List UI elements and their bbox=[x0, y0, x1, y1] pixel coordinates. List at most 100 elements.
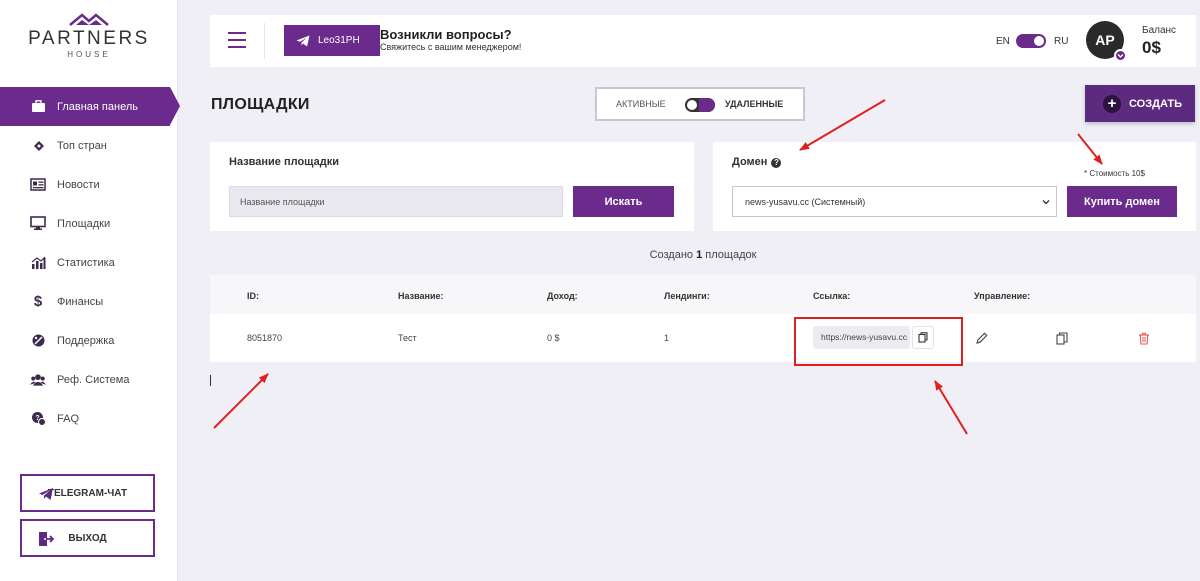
header-divider bbox=[264, 23, 265, 59]
chart-icon bbox=[30, 255, 46, 271]
dollar-icon: $ bbox=[33, 293, 43, 310]
menu-toggle-icon[interactable] bbox=[228, 32, 246, 48]
logo-subtext: HOUSE bbox=[67, 50, 111, 59]
sidebar-item-top-countries[interactable]: Топ стран bbox=[0, 126, 178, 165]
sidebar-item-finance[interactable]: $ Финансы bbox=[0, 282, 178, 321]
toggle-knob bbox=[1034, 36, 1044, 46]
users-icon bbox=[30, 372, 46, 388]
create-button[interactable]: + СОЗДАТЬ bbox=[1085, 85, 1195, 122]
logout-icon bbox=[39, 532, 54, 546]
sidebar-item-label: Топ стран bbox=[57, 139, 107, 152]
sidebar-item-label: Поддержка bbox=[57, 334, 115, 347]
telegram-chat-button[interactable]: TELEGRAM-ЧАТ bbox=[20, 474, 155, 512]
lang-ru-label[interactable]: RU bbox=[1054, 36, 1068, 47]
questions-title: Возникли вопросы? bbox=[380, 27, 512, 42]
search-button[interactable]: Искать bbox=[573, 186, 674, 217]
balance-value: 0$ bbox=[1142, 38, 1161, 57]
sidebar-item-referral[interactable]: Реф. Система bbox=[0, 360, 178, 399]
annotation-highlight-box bbox=[794, 317, 963, 366]
column-header-id: ID: bbox=[247, 291, 259, 301]
cell-id: 8051870 bbox=[247, 333, 283, 343]
domain-select[interactable]: news-yusavu.cc (Системный) bbox=[732, 186, 1057, 217]
telegram-icon bbox=[39, 488, 53, 500]
column-header-manage: Управление: bbox=[974, 291, 1031, 301]
table-header: ID: Название: Доход: Лендинги: Ссылка: У… bbox=[210, 275, 1196, 314]
arrow-to-id bbox=[213, 373, 269, 429]
cell-landings: 1 bbox=[664, 333, 670, 343]
logo-text: PARTNERS bbox=[28, 28, 150, 49]
briefcase-icon bbox=[30, 99, 46, 115]
filter-deleted-label[interactable]: УДАЛЕННЫЕ bbox=[725, 99, 783, 109]
help-icon[interactable]: ? bbox=[771, 158, 782, 168]
logo[interactable]: PARTNERS HOUSE bbox=[28, 10, 150, 60]
buy-domain-button[interactable]: Купить домен bbox=[1067, 186, 1177, 217]
domain-cost-note: * Стоимость 10$ bbox=[1084, 169, 1145, 178]
svg-text:?: ? bbox=[35, 415, 39, 422]
toggle-fill bbox=[699, 98, 715, 112]
sidebar-item-label: Площадки bbox=[57, 217, 111, 230]
sidebar-item-label: Финансы bbox=[57, 295, 104, 308]
text-cursor bbox=[210, 375, 211, 386]
duplicate-icon[interactable] bbox=[1055, 331, 1069, 345]
logout-button[interactable]: ВЫХОД bbox=[20, 519, 155, 557]
language-toggle[interactable] bbox=[1016, 34, 1046, 48]
column-header-link: Ссылка: bbox=[813, 291, 851, 301]
sidebar-item-label: Главная панель bbox=[57, 100, 138, 113]
sidebar: PARTNERS HOUSE Главная панель Топ стран … bbox=[0, 0, 180, 581]
newspaper-icon bbox=[30, 177, 46, 193]
support-icon bbox=[30, 333, 46, 349]
telegram-username: Leo31PH bbox=[318, 35, 360, 46]
filter-active-label[interactable]: АКТИВНЫЕ bbox=[616, 99, 666, 109]
column-header-income: Доход: bbox=[547, 291, 578, 301]
create-label: СОЗДАТЬ bbox=[1129, 97, 1182, 110]
sidebar-item-platforms[interactable]: Площадки bbox=[0, 204, 178, 243]
table-row: 8051870 Тест 0 $ 1 https://news-yusavu.c… bbox=[210, 314, 1196, 362]
sidebar-item-label: Реф. Система bbox=[57, 373, 130, 386]
sidebar-item-support[interactable]: Поддержка bbox=[0, 321, 178, 360]
telegram-icon bbox=[296, 35, 310, 46]
domain-card: Домен? news-yusavu.cc (Системный) Купить… bbox=[713, 142, 1196, 231]
column-header-landings: Лендинги: bbox=[664, 291, 710, 301]
toggle-knob bbox=[687, 100, 697, 110]
summary-prefix: Создано bbox=[649, 249, 694, 261]
sidebar-item-dashboard[interactable]: Главная панель bbox=[0, 87, 180, 126]
balance-label: Баланс bbox=[1142, 25, 1177, 36]
sidebar-item-faq[interactable]: ? FAQ bbox=[0, 399, 178, 438]
chevron-down-icon bbox=[1042, 200, 1050, 205]
trash-icon[interactable] bbox=[1137, 331, 1151, 345]
summary-suffix: площадок bbox=[705, 249, 757, 261]
sidebar-item-label: Новости bbox=[57, 178, 100, 191]
telegram-chat-label: TELEGRAM-ЧАТ bbox=[47, 487, 128, 499]
sidebar-item-label: FAQ bbox=[57, 412, 80, 425]
platform-name-input[interactable] bbox=[229, 186, 563, 217]
status-filter: АКТИВНЫЕ УДАЛЕННЫЕ bbox=[595, 87, 805, 121]
sidebar-item-news[interactable]: Новости bbox=[0, 165, 178, 204]
column-header-name: Название: bbox=[398, 291, 444, 301]
logo-roof-icon bbox=[69, 13, 109, 26]
monitor-icon bbox=[30, 216, 46, 232]
top-header: Leo31PH Возникли вопросы? Свяжитесь с ва… bbox=[210, 15, 1196, 67]
status-toggle[interactable] bbox=[685, 98, 715, 112]
sidebar-item-label: Статистика bbox=[57, 256, 115, 269]
search-label: Название площадки bbox=[229, 156, 339, 168]
faq-icon: ? bbox=[30, 411, 46, 427]
edit-pencil-icon[interactable] bbox=[974, 331, 988, 345]
summary-count: 1 bbox=[696, 249, 703, 261]
logout-label: ВЫХОД bbox=[68, 532, 107, 544]
search-card: Название площадки Искать bbox=[210, 142, 694, 231]
plus-icon: + bbox=[1103, 94, 1121, 113]
created-summary: Создано 1 площадок bbox=[210, 249, 1196, 261]
arrow-to-link bbox=[934, 380, 968, 435]
lang-en-label[interactable]: EN bbox=[996, 36, 1010, 47]
domain-label-wrap: Домен? bbox=[732, 156, 782, 168]
ticket-icon bbox=[30, 138, 46, 154]
sidebar-nav: Главная панель Топ стран Новости Площадк… bbox=[0, 87, 180, 438]
avatar-dropdown-icon[interactable] bbox=[1114, 49, 1127, 62]
cell-name: Тест bbox=[398, 333, 417, 343]
domain-label: Домен bbox=[732, 156, 768, 168]
questions-subtitle: Свяжитесь с вашим менеджером! bbox=[380, 42, 522, 52]
telegram-manager-button[interactable]: Leo31PH bbox=[284, 25, 380, 56]
sidebar-item-statistics[interactable]: Статистика bbox=[0, 243, 178, 282]
domain-selected-value: news-yusavu.cc (Системный) bbox=[745, 196, 866, 207]
cell-income: 0 $ bbox=[547, 333, 560, 343]
